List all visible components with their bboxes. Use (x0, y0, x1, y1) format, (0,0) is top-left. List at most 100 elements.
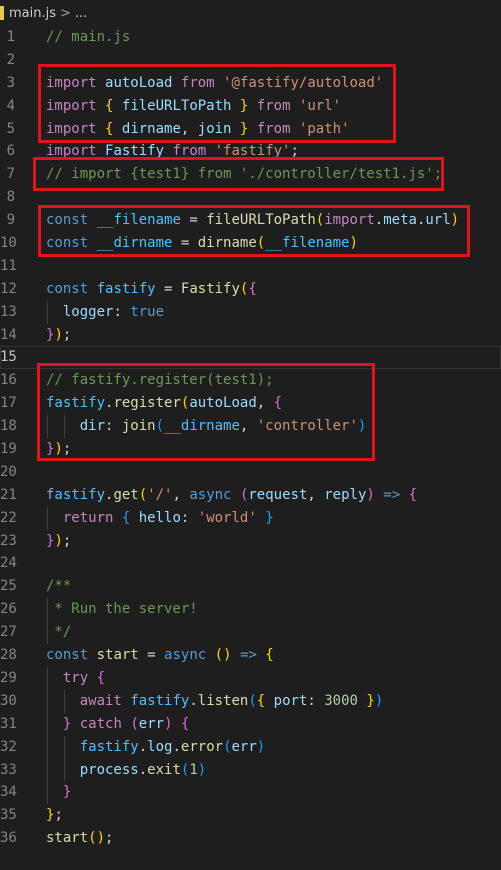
code-line[interactable]: 36 start(); (0, 827, 501, 850)
line-number[interactable]: 19 (0, 438, 17, 461)
code-line[interactable]: 12 const fastify = Fastify({ (0, 278, 501, 301)
line-number[interactable]: 21 (0, 484, 17, 507)
line-number[interactable]: 32 (0, 736, 17, 759)
code-line[interactable]: 24 (0, 552, 501, 575)
code-line[interactable]: 22 return { hello: 'world' } (0, 506, 501, 530)
code-text: logger: true (46, 301, 164, 324)
line-number[interactable]: 8 (0, 186, 15, 209)
line-number[interactable]: 2 (0, 49, 15, 72)
line-number[interactable]: 15 (0, 346, 17, 369)
line-number[interactable]: 13 (0, 301, 17, 324)
code-text: }); (46, 530, 71, 553)
code-token: process (79, 761, 139, 778)
code-token: // main.js (46, 29, 131, 45)
code-token: 'world' (197, 509, 257, 526)
code-token: => (239, 647, 257, 664)
code-token: } (62, 784, 72, 801)
code-text: // main.js (46, 26, 130, 49)
code-line[interactable]: 28 const start = async () => { (0, 644, 501, 667)
code-line[interactable]: 1 // main.js (0, 26, 501, 49)
line-number[interactable]: 20 (0, 461, 17, 484)
code-line[interactable]: 33 process.exit(1) (0, 758, 501, 782)
code-line[interactable]: 11 (0, 255, 501, 278)
code-token: true (130, 303, 165, 320)
code-token: . (138, 738, 148, 755)
code-line[interactable]: 13 logger: true (0, 300, 501, 324)
line-number[interactable]: 1 (0, 26, 15, 49)
code-text: fastify.log.error(err) (46, 736, 266, 759)
code-line[interactable]: 20 (0, 461, 501, 484)
code-token: ) (223, 647, 232, 664)
line-number[interactable]: 30 (0, 690, 17, 713)
code-token: const (46, 647, 89, 664)
line-number[interactable]: 18 (0, 415, 17, 438)
line-number[interactable]: 35 (0, 804, 17, 827)
line-number[interactable]: 11 (0, 255, 17, 278)
breadcrumb-file[interactable]: main.js (9, 6, 56, 21)
code-token: : (307, 692, 325, 709)
code-line[interactable]: 27 */ (0, 621, 501, 645)
line-number[interactable]: 14 (0, 324, 17, 347)
line-number[interactable]: 16 (0, 369, 17, 392)
highlight-commented-import (33, 157, 444, 191)
line-number[interactable]: 10 (0, 232, 17, 255)
code-line[interactable]: 34 } (0, 781, 501, 805)
code-line[interactable]: 14}); (0, 324, 501, 347)
line-number[interactable]: 6 (0, 140, 15, 163)
line-number[interactable]: 12 (0, 278, 17, 301)
code-line[interactable]: 29 try { (0, 666, 501, 690)
code-token: , (307, 486, 325, 503)
code-token: { (265, 647, 274, 664)
line-number[interactable]: 9 (0, 209, 15, 232)
code-line[interactable]: 23}); (0, 530, 501, 553)
line-number[interactable]: 17 (0, 392, 17, 415)
line-number[interactable]: 7 (0, 163, 15, 186)
line-number[interactable]: 28 (0, 644, 17, 667)
code-token: ) (96, 830, 106, 847)
code-text: try { (46, 667, 105, 690)
line-number[interactable]: 25 (0, 575, 17, 598)
code-token: Fastify (180, 280, 240, 297)
breadcrumb-symbols[interactable]: ... (75, 6, 87, 21)
code-line[interactable]: 21 fastify.get('/', async (request, reply… (0, 484, 501, 507)
line-number[interactable]: 29 (0, 667, 17, 690)
code-line[interactable]: 25 /** (0, 575, 501, 598)
breadcrumb: main.js > ... (0, 0, 501, 26)
highlight-imports (38, 64, 396, 143)
line-number[interactable]: 3 (0, 72, 15, 95)
code-token: ) (197, 761, 207, 778)
code-token: get (113, 486, 139, 503)
code-token: */ (46, 624, 72, 641)
line-number[interactable]: 23 (0, 530, 17, 553)
code-token: 3000 (324, 692, 358, 709)
code-text: }); (46, 324, 71, 347)
line-number[interactable]: 27 (0, 621, 17, 644)
code-token: ( (248, 692, 257, 709)
line-number[interactable]: 33 (0, 759, 17, 782)
line-number[interactable]: 26 (0, 598, 17, 621)
code-line[interactable]: 26 * Run the server! (0, 598, 501, 622)
code-line[interactable]: 30 await fastify.listen({ port: 3000 }) (0, 689, 501, 713)
line-number[interactable]: 36 (0, 827, 17, 850)
highlight-path-consts (38, 205, 470, 257)
line-number[interactable]: 34 (0, 781, 17, 804)
line-number[interactable]: 5 (0, 118, 15, 141)
code-line[interactable]: 35}; (0, 804, 501, 827)
code-text: /** (46, 575, 71, 598)
code-line[interactable]: 31 } catch (err) { (0, 712, 501, 736)
line-number[interactable]: 22 (0, 507, 17, 530)
code-text: fastify.get('/', async (request, reply) … (46, 484, 417, 507)
line-number[interactable]: 24 (0, 552, 17, 575)
code-token: ) (164, 715, 173, 732)
line-number[interactable]: 31 (0, 713, 17, 736)
code-line[interactable]: 32 fastify.log.error(err) (0, 735, 501, 759)
code-token: err (231, 738, 257, 755)
code-token: start (96, 647, 139, 664)
line-number[interactable]: 4 (0, 95, 15, 118)
